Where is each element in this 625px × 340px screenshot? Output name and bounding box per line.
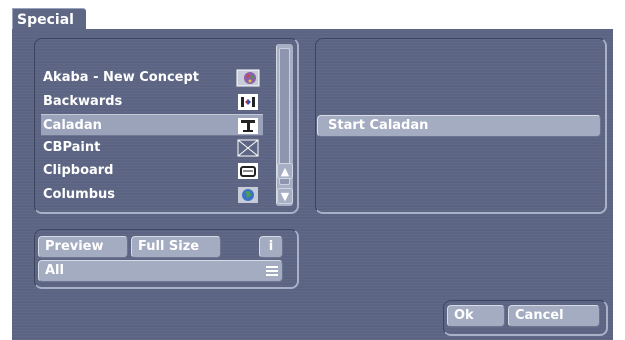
filter-value: All — [45, 263, 64, 278]
scroll-up-button[interactable]: ▲ — [277, 163, 293, 179]
info-icon: i — [268, 239, 274, 254]
full-size-button[interactable]: Full Size — [131, 236, 221, 258]
info-button[interactable]: i — [259, 236, 283, 258]
list-item-label: Akaba - New Concept — [43, 70, 200, 85]
window-title: Special — [17, 12, 74, 28]
preview-button[interactable]: Preview — [38, 236, 128, 258]
list-item-caladan[interactable]: Caladan — [41, 114, 263, 136]
filter-select[interactable]: All — [38, 260, 283, 282]
list-item-cbpaint[interactable]: CBPaint — [41, 137, 263, 159]
window-tab-special: Special — [12, 8, 86, 30]
list-item-backwards[interactable]: Backwards — [41, 91, 263, 113]
table-icon — [235, 117, 261, 135]
scroll-down-button[interactable]: ▼ — [277, 188, 293, 204]
list-item-label: Clipboard — [43, 163, 114, 178]
reverse-arrows-icon — [235, 93, 261, 111]
ok-button[interactable]: Ok — [447, 305, 505, 327]
menu-lines-icon — [266, 266, 278, 276]
clipboard-icon — [235, 162, 261, 180]
chevron-down-icon: ▼ — [280, 189, 290, 203]
cancel-button[interactable]: Cancel — [508, 305, 600, 327]
crossed-box-icon — [235, 139, 261, 157]
list-item-akaba[interactable]: Akaba - New Concept — [41, 67, 263, 89]
list-item-label: CBPaint — [43, 140, 101, 155]
list-item-columbus[interactable]: Columbus — [41, 184, 263, 206]
special-window: Akaba - New Concept Backwards Caladan CB… — [12, 29, 613, 340]
list-item-label: Columbus — [43, 187, 116, 202]
globe-icon — [235, 186, 261, 204]
list-scrollbar[interactable] — [276, 44, 293, 206]
list-item-label: Backwards — [43, 94, 123, 109]
list-item-label: Caladan — [43, 118, 102, 133]
start-caladan-button[interactable]: Start Caladan — [317, 115, 601, 137]
list-item-clipboard[interactable]: Clipboard — [41, 160, 263, 182]
chevron-up-icon: ▲ — [280, 164, 290, 178]
paint-palette-icon — [235, 69, 261, 87]
